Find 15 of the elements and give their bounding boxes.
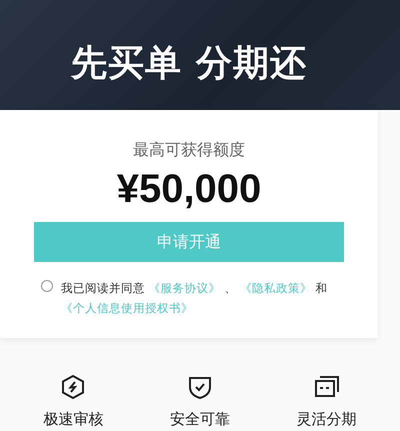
agreement-link[interactable]: 《个人信息使用授权书》 — [61, 301, 193, 315]
feature-title: 极速审核 — [43, 410, 104, 429]
agreement-text: 我已阅读并同意 《服务协议》 、 《隐私政策》 和 《个人信息使用授权书》 — [61, 280, 329, 317]
feature-title: 安全可靠 — [170, 410, 230, 429]
agreement-link[interactable]: 《服务协议》 — [148, 281, 221, 295]
credit-label: 最高可获得额度 — [133, 140, 245, 161]
credit-amount: ¥50,000 — [116, 167, 262, 212]
headline: 先买单 分期还 — [71, 42, 307, 86]
agreement-link[interactable]: 《隐私政策》 — [240, 281, 312, 295]
shield-check-icon — [186, 374, 213, 400]
hexagon-bolt-icon — [60, 374, 86, 400]
apply-button[interactable]: 申请开通 — [34, 222, 344, 262]
agree-radio[interactable] — [41, 280, 53, 292]
feature-title: 灵活分期 — [296, 410, 357, 429]
cards-icon — [314, 374, 340, 400]
